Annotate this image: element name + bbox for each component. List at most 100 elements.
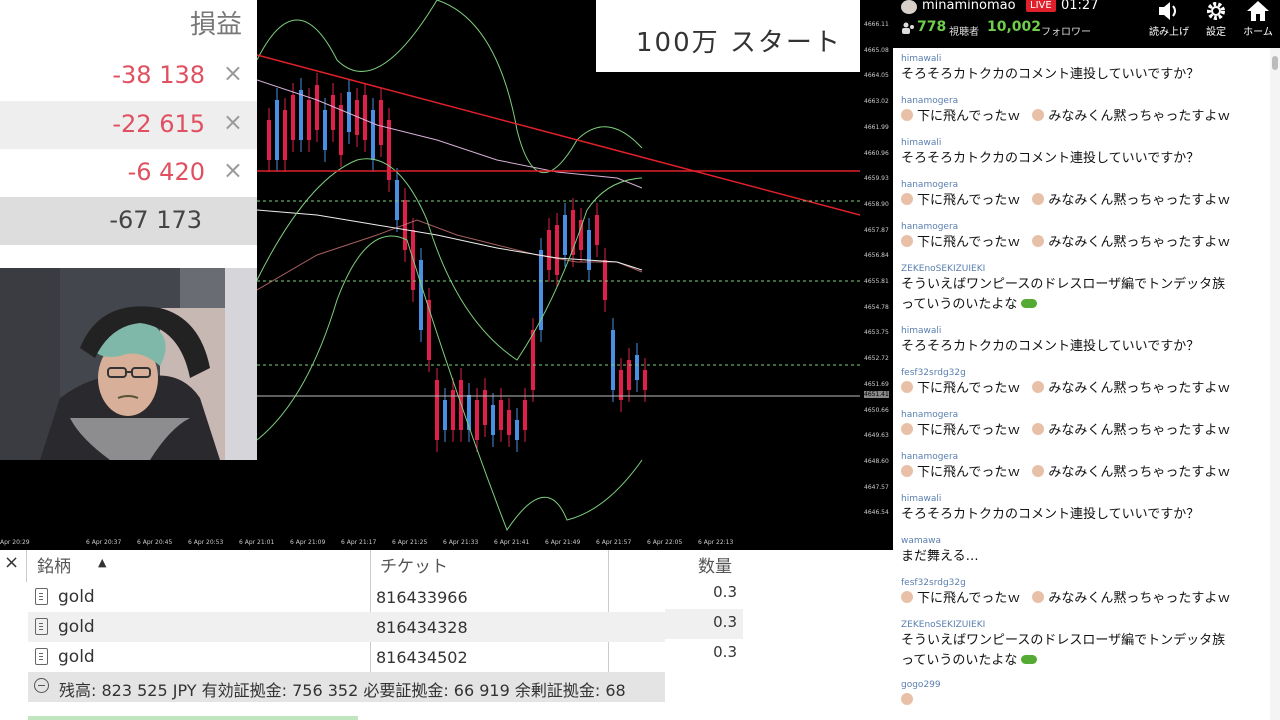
- candle: [323, 110, 327, 150]
- chat-part: みなみくん黙っちゃったすよｗ: [1048, 381, 1231, 396]
- chat-username[interactable]: hanamogera: [901, 451, 1266, 463]
- chat-username[interactable]: hanamogera: [901, 179, 1266, 191]
- document-icon: [35, 588, 48, 605]
- chat-line: そろそろカトクカのコメント連投していいですか？: [901, 339, 1200, 354]
- time-tick-label: 6 Apr 21:57: [596, 539, 632, 546]
- chat-text: そろそろカトクカのコメント連投していいですか？: [901, 337, 1266, 357]
- chat-username[interactable]: hanamogera: [901, 95, 1266, 107]
- table-row[interactable]: gold 816434328: [28, 612, 665, 642]
- price-tick-label: 4665.08: [864, 46, 889, 54]
- price-tick-label: 4660.96: [864, 149, 889, 157]
- chat-username[interactable]: himawali: [901, 493, 1266, 505]
- chat-username[interactable]: ZEKEnoSEKIZUIEKI: [901, 263, 1266, 275]
- smile-emoji-icon: [1032, 381, 1045, 393]
- channel-name[interactable]: minaminomao: [922, 0, 1016, 13]
- chat-part: 下に飛んでったｗ: [917, 109, 1021, 124]
- price-tick-label: 4657.87: [864, 226, 889, 234]
- chat-panel[interactable]: himawali そろそろカトクカのコメント連投していいですか？ hanamoger…: [893, 48, 1270, 720]
- chat-username[interactable]: wamawa: [901, 535, 1266, 547]
- column-header-ticket[interactable]: チケット: [380, 552, 448, 577]
- chat-text: 下に飛んでったｗ みなみくん黙っちゃったすよｗ: [901, 107, 1266, 127]
- collapse-minus-icon[interactable]: [34, 678, 49, 693]
- smile-emoji-icon: [1032, 423, 1045, 435]
- column-header-symbol[interactable]: 銘柄: [37, 552, 71, 577]
- chat-username[interactable]: himawali: [901, 137, 1266, 149]
- chat-part: みなみくん黙っちゃったすよｗ: [1048, 193, 1231, 208]
- chat-message: hanamogera 下に飛んでったｗ みなみくん黙っちゃったすよｗ: [901, 179, 1266, 211]
- column-header-quantity[interactable]: 数量: [698, 552, 732, 577]
- time-tick-label: 6 Apr 22:05: [647, 539, 683, 546]
- chat-username[interactable]: hanamogera: [901, 221, 1266, 233]
- chat-text: [901, 691, 1266, 711]
- settings-button[interactable]: 設定: [1194, 0, 1238, 46]
- chat-username[interactable]: himawali: [901, 53, 1266, 65]
- chat-part: 下に飛んでったｗ: [917, 381, 1021, 396]
- frog-emoji-icon: [1021, 655, 1038, 664]
- close-position-button[interactable]: ×: [223, 59, 243, 87]
- candle: [555, 225, 559, 275]
- table-row[interactable]: gold 816434502: [28, 642, 665, 672]
- chat-message: wamawa まだ舞える…: [901, 535, 1266, 567]
- read-aloud-button[interactable]: 読み上げ: [1147, 0, 1191, 46]
- gear-icon: [1207, 2, 1225, 20]
- smile-emoji-icon: [1032, 193, 1045, 205]
- chat-line: そろそろカトクカのコメント連投していいですか？: [901, 67, 1200, 82]
- time-tick-label: Apr 20:29: [0, 539, 30, 546]
- time-tick-label: 6 Apr 21:25: [392, 539, 428, 546]
- price-tick-label: 4655.81: [864, 278, 889, 285]
- avatar[interactable]: [901, 0, 917, 14]
- price-tick-label: 4652.72: [864, 355, 889, 363]
- document-icon: [35, 618, 48, 635]
- candle: [307, 100, 311, 140]
- candle: [499, 400, 503, 430]
- chat-line: まだ舞える…: [901, 549, 979, 564]
- price-tick-label: 4649.63: [864, 432, 889, 440]
- smile-emoji-icon: [1032, 465, 1045, 477]
- chat-username[interactable]: himawali: [901, 325, 1266, 337]
- smile-emoji-icon: [901, 235, 913, 247]
- chat-line: っていうのいたよな: [901, 297, 1018, 312]
- time-axis: Apr 20:29 6 Apr 20:37 6 Apr 20:45 6 Apr 20:…: [0, 536, 893, 550]
- sort-arrow-icon[interactable]: ▲: [98, 556, 106, 569]
- position-row: -38 138 ×: [0, 52, 257, 100]
- chat-scrollbar[interactable]: [1270, 48, 1280, 720]
- account-summary-row[interactable]: 残高: 823 525 JPY 有効証拠金: 756 352 必要証拠金: 66…: [28, 672, 665, 702]
- candle: [515, 420, 519, 440]
- chat-part: みなみくん黙っちゃったすよｗ: [1048, 109, 1231, 124]
- time-tick-label: 6 Apr 20:53: [188, 539, 224, 546]
- table-row[interactable]: gold 816433966: [28, 582, 665, 612]
- chat-part: 下に飛んでったｗ: [917, 465, 1021, 480]
- chat-message: hanamogera 下に飛んでったｗ みなみくん黙っちゃったすよｗ: [901, 221, 1266, 253]
- button-label: ホーム: [1243, 27, 1273, 38]
- price-tick-label: 4661.99: [864, 123, 889, 131]
- home-button[interactable]: ホーム: [1236, 0, 1280, 46]
- chat-part: 下に飛んでったｗ: [917, 423, 1021, 438]
- viewer-label: 視聴者: [949, 27, 979, 38]
- candle: [587, 230, 591, 270]
- close-position-button[interactable]: ×: [223, 108, 243, 136]
- chat-message: himawali そろそろカトクカのコメント連投していいですか？: [901, 325, 1266, 357]
- button-label: 読み上げ: [1149, 27, 1189, 38]
- chat-message: hanamogera 下に飛んでったｗ みなみくん黙っちゃったすよｗ: [901, 95, 1266, 127]
- chat-scroll-thumb[interactable]: [1272, 56, 1278, 70]
- chat-username[interactable]: hanamogera: [901, 409, 1266, 421]
- chat-username[interactable]: gogo299: [901, 679, 1266, 691]
- position-row: -6 420 ×: [0, 149, 257, 197]
- price-chart[interactable]: [256, 0, 861, 536]
- close-icon[interactable]: ×: [4, 552, 19, 573]
- chat-part: 下に飛んでったｗ: [917, 193, 1021, 208]
- chat-message: ZEKEnoSEKIZUIEKI そういえばワンピースのドレスローザ編でトンデッタ…: [901, 619, 1266, 671]
- chat-username[interactable]: fesf32srdg32g: [901, 577, 1266, 589]
- candle: [283, 110, 287, 160]
- chat-username[interactable]: fesf32srdg32g: [901, 367, 1266, 379]
- close-position-button[interactable]: ×: [223, 156, 243, 184]
- chat-message: himawali そろそろカトクカのコメント連投していいですか？: [901, 137, 1266, 169]
- chat-username[interactable]: ZEKEnoSEKIZUIEKI: [901, 619, 1266, 631]
- price-tick-label: 4663.02: [864, 98, 889, 106]
- price-tick-label: 4656.84: [864, 252, 889, 260]
- streamer-image: [0, 268, 257, 460]
- quantity-value: 0.3: [713, 643, 737, 661]
- frog-emoji-icon: [1021, 299, 1038, 308]
- chat-text: 下に飛んでったｗ みなみくん黙っちゃったすよｗ: [901, 233, 1266, 253]
- candle: [339, 105, 343, 155]
